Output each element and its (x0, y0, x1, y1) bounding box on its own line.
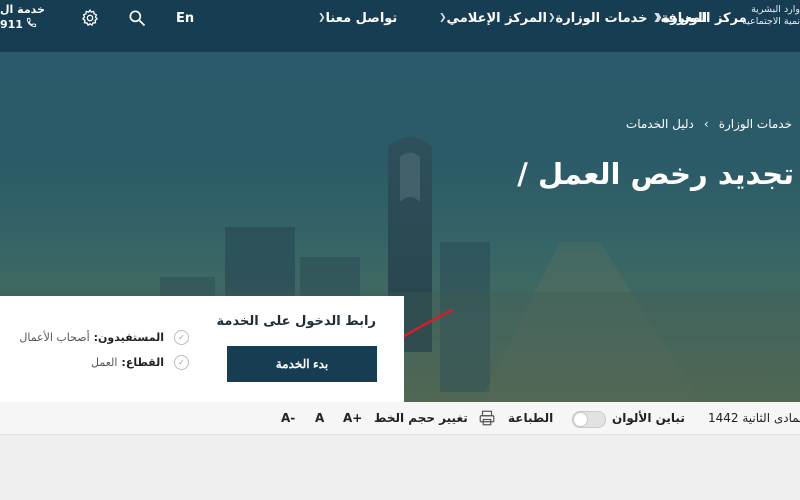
nav-item-label: الوزارة (662, 10, 708, 26)
font-reset-button[interactable]: A (315, 402, 324, 434)
font-decrease-button[interactable]: A- (281, 402, 295, 434)
start-service-button[interactable]: بدء الخدمة (227, 346, 377, 382)
chevron-down-icon: ❯ (439, 13, 447, 23)
breadcrumb-separator: › (703, 117, 709, 131)
check-circle-icon: ✓ (174, 355, 189, 370)
nav-item-contact[interactable]: ❯ تواصل معنا (313, 0, 397, 36)
nav-item-label: خدمات الوزارة (555, 10, 648, 26)
breadcrumb: خدمات الوزارة › دليل الخدمات (626, 117, 792, 131)
sector-label: القطاع: (121, 356, 164, 369)
service-link-title: رابط الدخول على الخدمة (216, 314, 376, 329)
beneficiaries-value: أصحاب الأعمال (19, 331, 90, 344)
nav-item-ministry[interactable]: ❯ الوزارة (650, 0, 707, 36)
search-icon[interactable] (127, 8, 147, 28)
printer-icon[interactable] (478, 402, 496, 434)
contrast-label: تباين الألوان (612, 411, 685, 425)
language-switch[interactable]: En (176, 0, 194, 36)
phone-icon (26, 17, 37, 32)
top-nav-bar: خدمة ال 911 En ❯ تواصل معنا ❯ المركز الإ… (0, 0, 800, 52)
nav-item-label: المركز الإعلامي (446, 10, 547, 26)
nav-item-media-center[interactable]: ❯ المركز الإعلامي (434, 0, 547, 36)
nav-item-label: تواصل معنا (325, 10, 398, 26)
gear-icon[interactable] (80, 8, 100, 28)
logo-line: وارد البشرية (751, 4, 800, 15)
breadcrumb-item-services-guide[interactable]: دليل الخدمات (626, 117, 694, 131)
chevron-down-icon: ❯ (318, 13, 326, 23)
accessibility-toolbar: جمادى الثانية 1442 تباين الألوان الطباعة… (0, 402, 800, 435)
sector-value: العمل (91, 356, 118, 369)
print-button[interactable]: الطباعة (508, 402, 553, 434)
beneficiaries-label: المستفيدون: (93, 331, 164, 344)
nav-item-ministry-services[interactable]: ❯ خدمات الوزارة (543, 0, 648, 36)
helpline-label: خدمة ال (0, 3, 45, 16)
logo-line: نمية الاجتماعية (742, 16, 800, 27)
chevron-down-icon: ❯ (548, 13, 556, 23)
font-increase-button[interactable]: A+ (343, 402, 362, 434)
page-title: / تجديد رخص العمل (517, 157, 794, 191)
ministry-logo[interactable]: وارد البشرية نمية الاجتماعية (742, 4, 800, 28)
beneficiaries-row: ✓ المستفيدون: أصحاب الأعمال (19, 330, 189, 345)
toggle-knob (574, 413, 587, 426)
chevron-down-icon: ❯ (655, 13, 663, 23)
breadcrumb-item-ministry-services[interactable]: خدمات الوزارة (719, 117, 792, 131)
contrast-toggle[interactable] (572, 411, 606, 428)
helpline[interactable]: خدمة ال 911 (0, 2, 45, 32)
sector-row: ✓ القطاع: العمل (91, 355, 189, 370)
check-circle-icon: ✓ (174, 330, 189, 345)
service-card: رابط الدخول على الخدمة بدء الخدمة ✓ المس… (0, 296, 404, 402)
hijri-date: جمادى الثانية 1442 (708, 411, 800, 425)
page-background (0, 435, 800, 500)
font-size-label: تغيير حجم الخط (374, 411, 468, 425)
helpline-number: 911 (0, 18, 23, 31)
